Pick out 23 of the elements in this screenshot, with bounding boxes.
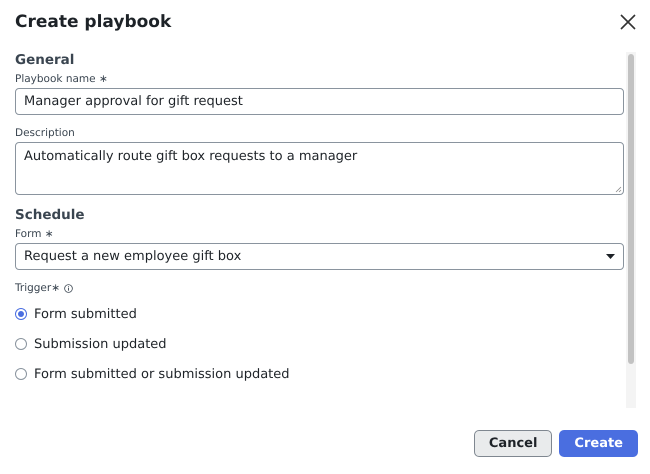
close-icon[interactable] [620, 14, 636, 30]
info-icon[interactable] [64, 284, 74, 292]
caret-icon [606, 254, 615, 259]
dialog-title: Create playbook [15, 12, 172, 32]
section-heading: Schedule [15, 207, 86, 223]
radio-button[interactable] [15, 338, 27, 350]
cancel-button[interactable]: Cancel [474, 430, 552, 457]
radio-option[interactable]: Form submitted or submission updated [15, 359, 290, 389]
section-heading: General [15, 52, 76, 68]
radio-button[interactable] [15, 308, 27, 320]
radio-option[interactable]: Form submitted [15, 299, 137, 329]
radio-option[interactable]: Submission updated [15, 329, 167, 359]
dropdown-field[interactable]: Request a new employee gift box [15, 243, 624, 270]
create-button[interactable]: Create [559, 430, 638, 457]
resize-grip-icon[interactable] [615, 186, 622, 193]
field-label: Playbook name ∗ [15, 73, 108, 85]
field-label: Description [15, 127, 75, 139]
field-label: Trigger∗ [15, 282, 60, 294]
radio-button[interactable] [15, 368, 27, 380]
description-field[interactable]: Automatically route gift box requests to a manager [15, 142, 624, 195]
scrollbar[interactable] [626, 52, 636, 408]
text-field[interactable]: Manager approval for gift request [15, 88, 624, 115]
field-label: Form ∗ [15, 228, 54, 240]
